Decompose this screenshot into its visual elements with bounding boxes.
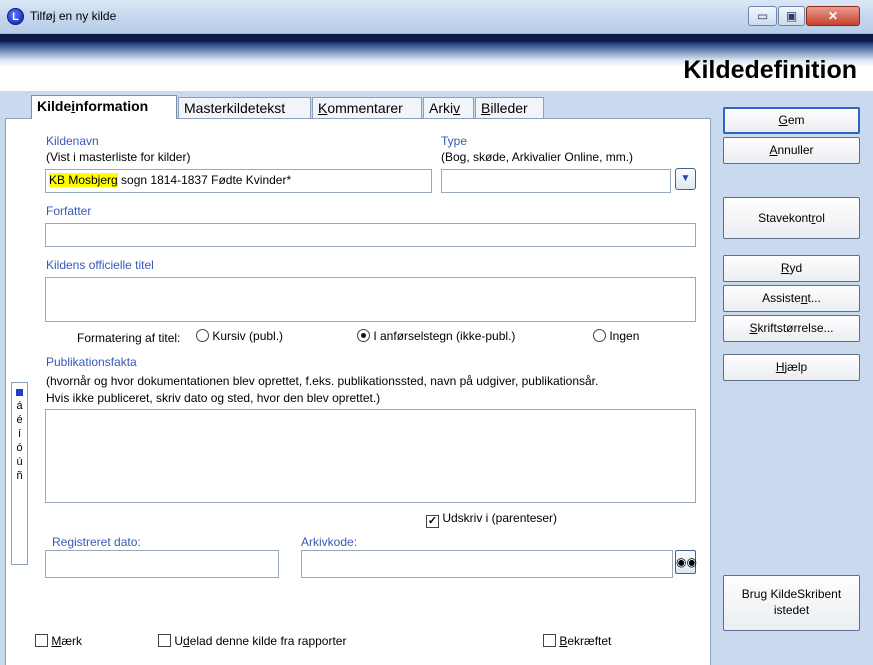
print-in-parens-label: Udskriv i (parenteser): [442, 511, 558, 525]
page-title: Kildedefinition: [683, 56, 857, 84]
help-button[interactable]: Hjælp: [723, 354, 860, 381]
font-size-label: Skriftstørrelse...: [749, 321, 834, 335]
maximize-button[interactable]: ▣: [778, 6, 805, 26]
radio-quotes[interactable]: I anførselstegn (ikke-publ.): [357, 329, 515, 343]
save-button[interactable]: Gem: [723, 107, 860, 134]
char-o-acute[interactable]: ó: [12, 441, 27, 455]
chevron-down-icon: ▼: [680, 173, 691, 184]
source-name-value: sogn 1814-1837 Fødte Kvinder*: [117, 173, 292, 187]
char-u-acute[interactable]: ú: [12, 455, 27, 469]
char-i-acute[interactable]: í: [12, 427, 27, 441]
clear-label: Ryd: [780, 261, 803, 275]
save-label: Gem: [778, 113, 805, 127]
tab-kildeinformation[interactable]: Kildeinformation: [31, 95, 177, 119]
assistant-label: Assistent...: [762, 291, 821, 305]
close-button[interactable]: ✕: [806, 6, 860, 26]
radio-none-indicator: [593, 329, 606, 342]
tab-kommentarer[interactable]: Kommentarer: [312, 97, 422, 118]
square-icon: [16, 389, 23, 396]
type-label: Type: [441, 134, 468, 148]
use-source-writer-label-1: Brug KildeSkribent: [741, 587, 842, 601]
source-name-label: Kildenavn: [46, 134, 99, 148]
registered-date-input[interactable]: [45, 550, 279, 578]
official-title-label: Kildens officielle titel: [46, 258, 154, 272]
radio-italic-label: Kursiv (publ.): [212, 329, 284, 343]
char-a-acute[interactable]: á: [12, 399, 27, 413]
registered-date-label: Registreret dato:: [52, 535, 141, 549]
type-dropdown-button[interactable]: ▼: [675, 168, 696, 190]
publication-help-2: Hvis ikke publiceret, skriv dato og sted…: [46, 391, 381, 405]
use-source-writer-button[interactable]: Brug KildeSkribent istedet: [723, 575, 860, 631]
title-format-label: Formatering af titel:: [77, 331, 181, 345]
use-source-writer-label-2: istedet: [773, 603, 810, 617]
confirmed-checkbox[interactable]: Bekræftet: [543, 634, 611, 648]
radio-italic-indicator: [196, 329, 209, 342]
publication-help-1: (hvornår og hvor dokumentationen blev op…: [46, 374, 599, 388]
type-sublabel: (Bog, skøde, Arkivalier Online, mm.): [441, 150, 634, 164]
assistant-button[interactable]: Assistent...: [723, 285, 860, 312]
radio-none-label: Ingen: [609, 329, 640, 343]
char-n-tilde[interactable]: ñ: [12, 469, 27, 483]
archive-lookup-button[interactable]: ◉◉: [675, 550, 697, 574]
type-select[interactable]: [441, 169, 671, 193]
tab-label: Billeder: [481, 100, 528, 116]
minimize-button[interactable]: ▭: [748, 6, 777, 26]
confirmed-label: Bekræftet: [559, 634, 612, 648]
author-label: Forfatter: [46, 204, 92, 218]
mark-label: Mærk: [51, 634, 83, 648]
cancel-label: Annuller: [769, 143, 814, 157]
tab-masterkildetekst[interactable]: Masterkildetekst: [178, 97, 311, 118]
title-bar[interactable]: [0, 0, 873, 34]
exclude-reports-checkbox[interactable]: Udelad denne kilde fra rapporter: [158, 634, 346, 648]
window-title: Tilføj en ny kilde: [30, 9, 117, 23]
special-characters-bar: á é í ó ú ñ: [11, 382, 28, 565]
checkmark-icon: ✓: [426, 515, 439, 528]
checkbox-box: [158, 634, 171, 647]
exclude-reports-label: Udelad denne kilde fra rapporter: [174, 634, 347, 648]
checkbox-box: [543, 634, 556, 647]
tab-arkiv[interactable]: Arkiv: [423, 97, 474, 118]
app-logo-icon: L: [7, 8, 24, 25]
radio-none[interactable]: Ingen: [593, 329, 639, 343]
radio-italic[interactable]: Kursiv (publ.): [196, 329, 283, 343]
help-label: Hjælp: [775, 360, 808, 374]
official-title-input[interactable]: [45, 277, 696, 322]
tab-billeder[interactable]: Billeder: [475, 97, 544, 118]
publication-input[interactable]: [45, 409, 696, 503]
spellcheck-button[interactable]: Stavekontrol: [723, 197, 860, 239]
archive-code-input[interactable]: [301, 550, 673, 578]
tab-label: Arkiv: [429, 100, 461, 116]
tab-label: Kommentarer: [318, 100, 403, 116]
radio-quotes-indicator: [357, 329, 370, 342]
source-name-highlight: KB Mosbjerg: [49, 173, 118, 187]
tab-label: Kildeinformation: [37, 98, 149, 114]
checkbox-box: [35, 634, 48, 647]
font-size-button[interactable]: Skriftstørrelse...: [723, 315, 860, 342]
source-name-input[interactable]: KB Mosbjerg sogn 1814-1837 Fødte Kvinder…: [45, 169, 432, 193]
print-in-parens-checkbox[interactable]: ✓ Udskriv i (parenteser): [426, 511, 557, 528]
char-e-acute[interactable]: é: [12, 413, 27, 427]
radio-quotes-label: I anførselstegn (ikke-publ.): [373, 329, 516, 343]
binoculars-icon: ◉◉: [676, 555, 697, 569]
clear-button[interactable]: Ryd: [723, 255, 860, 282]
spellcheck-label: Stavekontrol: [758, 211, 825, 225]
publication-label: Publikationsfakta: [46, 355, 137, 369]
cancel-button[interactable]: Annuller: [723, 137, 860, 164]
archive-code-label: Arkivkode:: [301, 535, 358, 549]
mark-checkbox[interactable]: Mærk: [35, 634, 82, 648]
author-input[interactable]: [45, 223, 696, 247]
source-name-sublabel: (Vist i masterliste for kilder): [46, 150, 191, 164]
